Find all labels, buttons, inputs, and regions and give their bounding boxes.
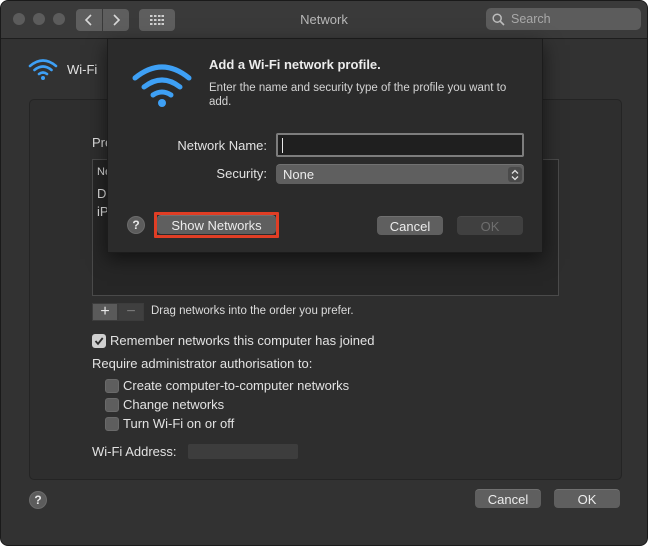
create-networks-checkbox[interactable] — [105, 378, 119, 393]
ok-button[interactable]: OK — [554, 489, 620, 508]
remember-networks-row[interactable]: Remember networks this computer has join… — [92, 333, 374, 348]
security-selected-value: None — [283, 167, 315, 182]
network-name-label: Network Name: — [177, 138, 267, 153]
wifi-header: Wi-Fi — [27, 57, 97, 81]
add-network-button[interactable]: + — [92, 303, 118, 321]
option-change-networks-row[interactable]: Change networks — [105, 397, 224, 412]
remember-networks-checkbox[interactable] — [92, 333, 106, 348]
wifi-label: Wi-Fi — [67, 61, 98, 77]
security-popup[interactable]: None — [276, 164, 524, 184]
toggle-wifi-label: Turn Wi-Fi on or off — [123, 416, 235, 431]
search-icon — [492, 12, 505, 26]
change-networks-label: Change networks — [123, 397, 225, 412]
remove-network-button[interactable]: − — [118, 303, 144, 321]
security-label: Security: — [216, 166, 267, 181]
sheet-description: Enter the name and security type of the … — [209, 82, 507, 108]
option-create-networks-row[interactable]: Create computer-to-computer networks — [105, 378, 349, 393]
sheet-title: Add a Wi-Fi network profile. — [209, 57, 381, 72]
title-bar: Network Search — [1, 1, 647, 39]
option-toggle-wifi-row[interactable]: Turn Wi-Fi on or off — [105, 416, 234, 431]
remember-networks-label: Remember networks this computer has join… — [110, 333, 375, 348]
drag-hint-text: Drag networks into the order you prefer. — [151, 305, 354, 317]
wifi-address-value-redacted — [188, 444, 298, 459]
cancel-button[interactable]: Cancel — [475, 489, 541, 508]
popup-stepper — [508, 167, 522, 182]
create-networks-label: Create computer-to-computer networks — [123, 378, 350, 393]
sheet-ok-button[interactable]: OK — [457, 216, 523, 235]
require-admin-label: Require administrator authorisation to: — [92, 356, 313, 371]
search-placeholder: Search — [511, 12, 551, 26]
help-button[interactable]: ? — [29, 491, 47, 509]
wifi-large-icon — [132, 64, 192, 107]
add-remove-controls: + − — [92, 303, 144, 321]
wifi-icon — [28, 59, 58, 80]
annotation-highlight — [154, 212, 279, 238]
wifi-address-label: Wi-Fi Address: — [92, 444, 177, 459]
search-field[interactable]: Search — [486, 8, 641, 30]
text-caret — [282, 138, 283, 153]
change-networks-checkbox[interactable] — [105, 397, 119, 412]
updown-chevron-icon — [511, 169, 519, 180]
toggle-wifi-checkbox[interactable] — [105, 416, 119, 431]
network-preferences-window: Network Search Wi-Fi Pre Ne Di iP + − Dr… — [0, 0, 648, 546]
sheet-cancel-button[interactable]: Cancel — [377, 216, 443, 235]
sheet-help-button[interactable]: ? — [127, 216, 145, 234]
checkmark-icon — [94, 336, 104, 345]
network-name-input[interactable] — [276, 133, 524, 157]
